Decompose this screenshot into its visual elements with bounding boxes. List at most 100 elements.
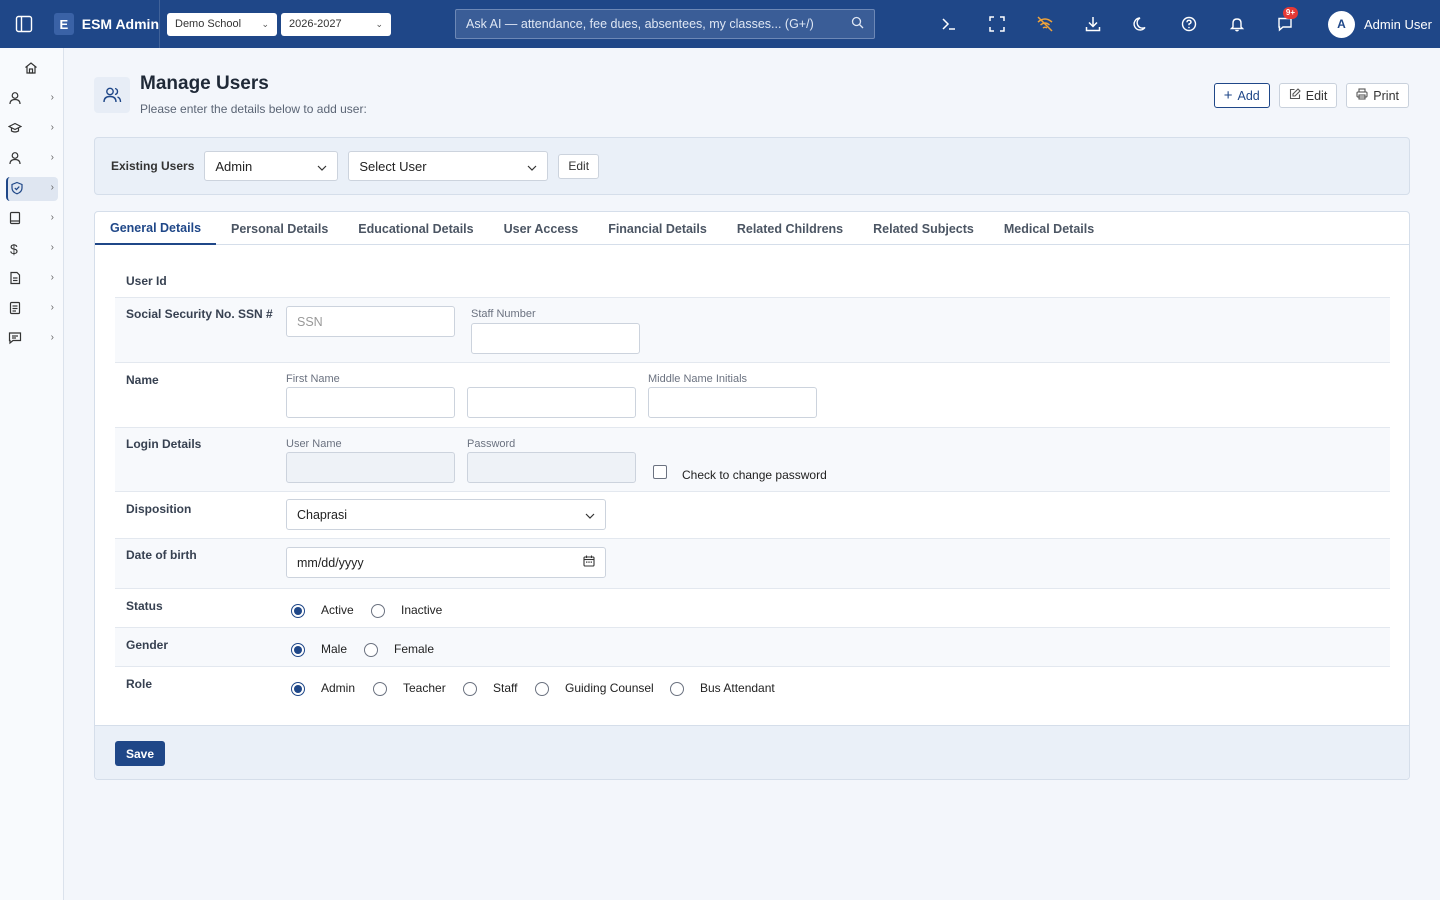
change-password-label: Check to change password <box>682 468 827 482</box>
sidebar-item-academics[interactable]: › <box>6 117 58 141</box>
top-bar: E ESM Admin Demo School ⌄ 2026-2027 ⌄ As… <box>0 0 1440 48</box>
school-select[interactable]: Demo School ⌄ <box>167 12 277 36</box>
status-active-radio[interactable] <box>291 604 305 618</box>
wifi-off-icon[interactable] <box>1021 0 1069 48</box>
terminal-icon[interactable] <box>925 0 973 48</box>
user-icon <box>8 91 22 108</box>
tab-personal-details[interactable]: Personal Details <box>216 212 343 245</box>
ssn-row: Social Security No. SSN # SSN Staff Numb… <box>115 298 1390 363</box>
disposition-select[interactable]: Chaprasi <box>286 499 606 530</box>
tab-medical-details[interactable]: Medical Details <box>989 212 1109 245</box>
gender-female-radio[interactable] <box>364 643 378 657</box>
dob-input[interactable]: mm/dd/yyyy <box>286 547 606 578</box>
chat-icon <box>8 331 22 348</box>
sidebar-toggle-icon[interactable] <box>0 0 48 48</box>
username-label: User Name <box>286 438 342 450</box>
password-input[interactable] <box>467 452 636 483</box>
sidebar-item-staff[interactable]: › <box>6 147 58 171</box>
year-select-value: 2026-2027 <box>289 18 342 30</box>
sidebar-item-library[interactable]: › <box>6 207 58 231</box>
person-icon <box>8 151 22 168</box>
tab-related-childrens[interactable]: Related Childrens <box>722 212 858 245</box>
role-bus-attendant-radio[interactable] <box>670 682 684 696</box>
add-button-label: Add <box>1237 88 1260 103</box>
first-name-input[interactable] <box>286 387 455 418</box>
tab-bar: General Details Personal Details Educati… <box>95 212 1409 245</box>
document-icon <box>8 271 22 288</box>
role-teacher-radio[interactable] <box>373 682 387 696</box>
messages-icon[interactable]: 9+ <box>1261 0 1309 48</box>
status-active-label: Active <box>321 603 354 617</box>
gender-male-radio[interactable] <box>291 643 305 657</box>
role-filter-select[interactable]: Admin <box>204 151 339 181</box>
home-icon <box>24 61 38 78</box>
role-label: Role <box>126 677 153 691</box>
role-row: Role Admin Teacher Staff Guiding Counsel… <box>115 667 1390 712</box>
user-menu[interactable]: A Admin User <box>1328 0 1432 48</box>
tab-educational-details[interactable]: Educational Details <box>343 212 488 245</box>
role-admin-radio[interactable] <box>291 682 305 696</box>
disposition-label: Disposition <box>126 502 192 516</box>
year-select[interactable]: 2026-2027 ⌄ <box>281 12 391 36</box>
user-select[interactable]: Select User <box>348 151 549 181</box>
download-icon[interactable] <box>1069 0 1117 48</box>
sidebar-item-documents[interactable]: › <box>6 267 58 291</box>
role-bus-attendant-label: Bus Attendant <box>700 681 775 695</box>
dollar-icon: $ <box>10 241 18 257</box>
tab-user-access[interactable]: User Access <box>489 212 594 245</box>
chevron-down-icon <box>527 159 537 174</box>
chevron-right-icon: › <box>50 182 54 193</box>
user-form-card: General Details Personal Details Educati… <box>94 211 1410 780</box>
calendar-icon[interactable] <box>583 555 595 570</box>
staff-number-input[interactable] <box>471 323 640 354</box>
sidebar-item-users[interactable]: › <box>6 87 58 111</box>
tab-financial-details[interactable]: Financial Details <box>593 212 722 245</box>
status-inactive-radio[interactable] <box>371 604 385 618</box>
ssn-input[interactable]: SSN <box>286 306 455 337</box>
chevron-down-icon: ⌄ <box>261 18 269 29</box>
sidebar-item-messages[interactable]: › <box>6 327 58 351</box>
disposition-value: Chaprasi <box>297 507 348 522</box>
change-password-checkbox[interactable] <box>653 465 667 479</box>
existing-edit-button[interactable]: Edit <box>558 153 600 179</box>
user-id-label: User Id <box>126 274 167 288</box>
gender-female-label: Female <box>394 642 435 656</box>
username-input[interactable] <box>286 452 455 483</box>
tab-general-details[interactable]: General Details <box>95 212 217 245</box>
form-footer: Save <box>95 725 1409 779</box>
ai-search-placeholder: Ask AI — attendance, fee dues, absentees… <box>466 17 814 31</box>
fullscreen-icon[interactable] <box>973 0 1021 48</box>
role-staff-radio[interactable] <box>463 682 477 696</box>
print-button[interactable]: Print <box>1346 83 1409 108</box>
role-teacher-label: Teacher <box>403 681 446 695</box>
role-guiding-counsel-radio[interactable] <box>535 682 549 696</box>
sidebar-item-security[interactable]: › <box>6 177 58 201</box>
middle-name-input[interactable] <box>648 387 817 418</box>
ssn-label: Social Security No. SSN # <box>126 307 273 321</box>
ai-search-input[interactable]: Ask AI — attendance, fee dues, absentees… <box>455 9 875 39</box>
help-icon[interactable] <box>1165 0 1213 48</box>
status-row: Status Active Inactive <box>115 589 1390 628</box>
last-name-input[interactable] <box>467 387 636 418</box>
edit-button-label: Edit <box>1305 88 1328 103</box>
brand[interactable]: E ESM Admin <box>48 0 160 48</box>
print-button-label: Print <box>1373 88 1399 103</box>
staff-number-label: Staff Number <box>471 308 536 320</box>
tab-related-subjects[interactable]: Related Subjects <box>858 212 989 245</box>
school-select-value: Demo School <box>175 18 242 30</box>
avatar: A <box>1328 10 1355 38</box>
header-actions: + Add Edit Print <box>1213 83 1409 108</box>
shield-icon <box>10 181 24 198</box>
page-title: Manage Users <box>140 73 269 94</box>
search-icon[interactable] <box>851 16 864 32</box>
sidebar-item-home[interactable] <box>22 57 46 81</box>
edit-button[interactable]: Edit <box>1278 83 1338 108</box>
chevron-right-icon: › <box>50 152 54 163</box>
sidebar-item-finance[interactable]: $ › <box>6 237 58 261</box>
save-button[interactable]: Save <box>115 741 166 766</box>
add-button[interactable]: + Add <box>1213 83 1270 108</box>
role-filter-value: Admin <box>215 158 253 174</box>
sidebar-item-reports[interactable]: › <box>6 297 58 321</box>
bell-icon[interactable] <box>1213 0 1261 48</box>
moon-icon[interactable] <box>1117 0 1165 48</box>
